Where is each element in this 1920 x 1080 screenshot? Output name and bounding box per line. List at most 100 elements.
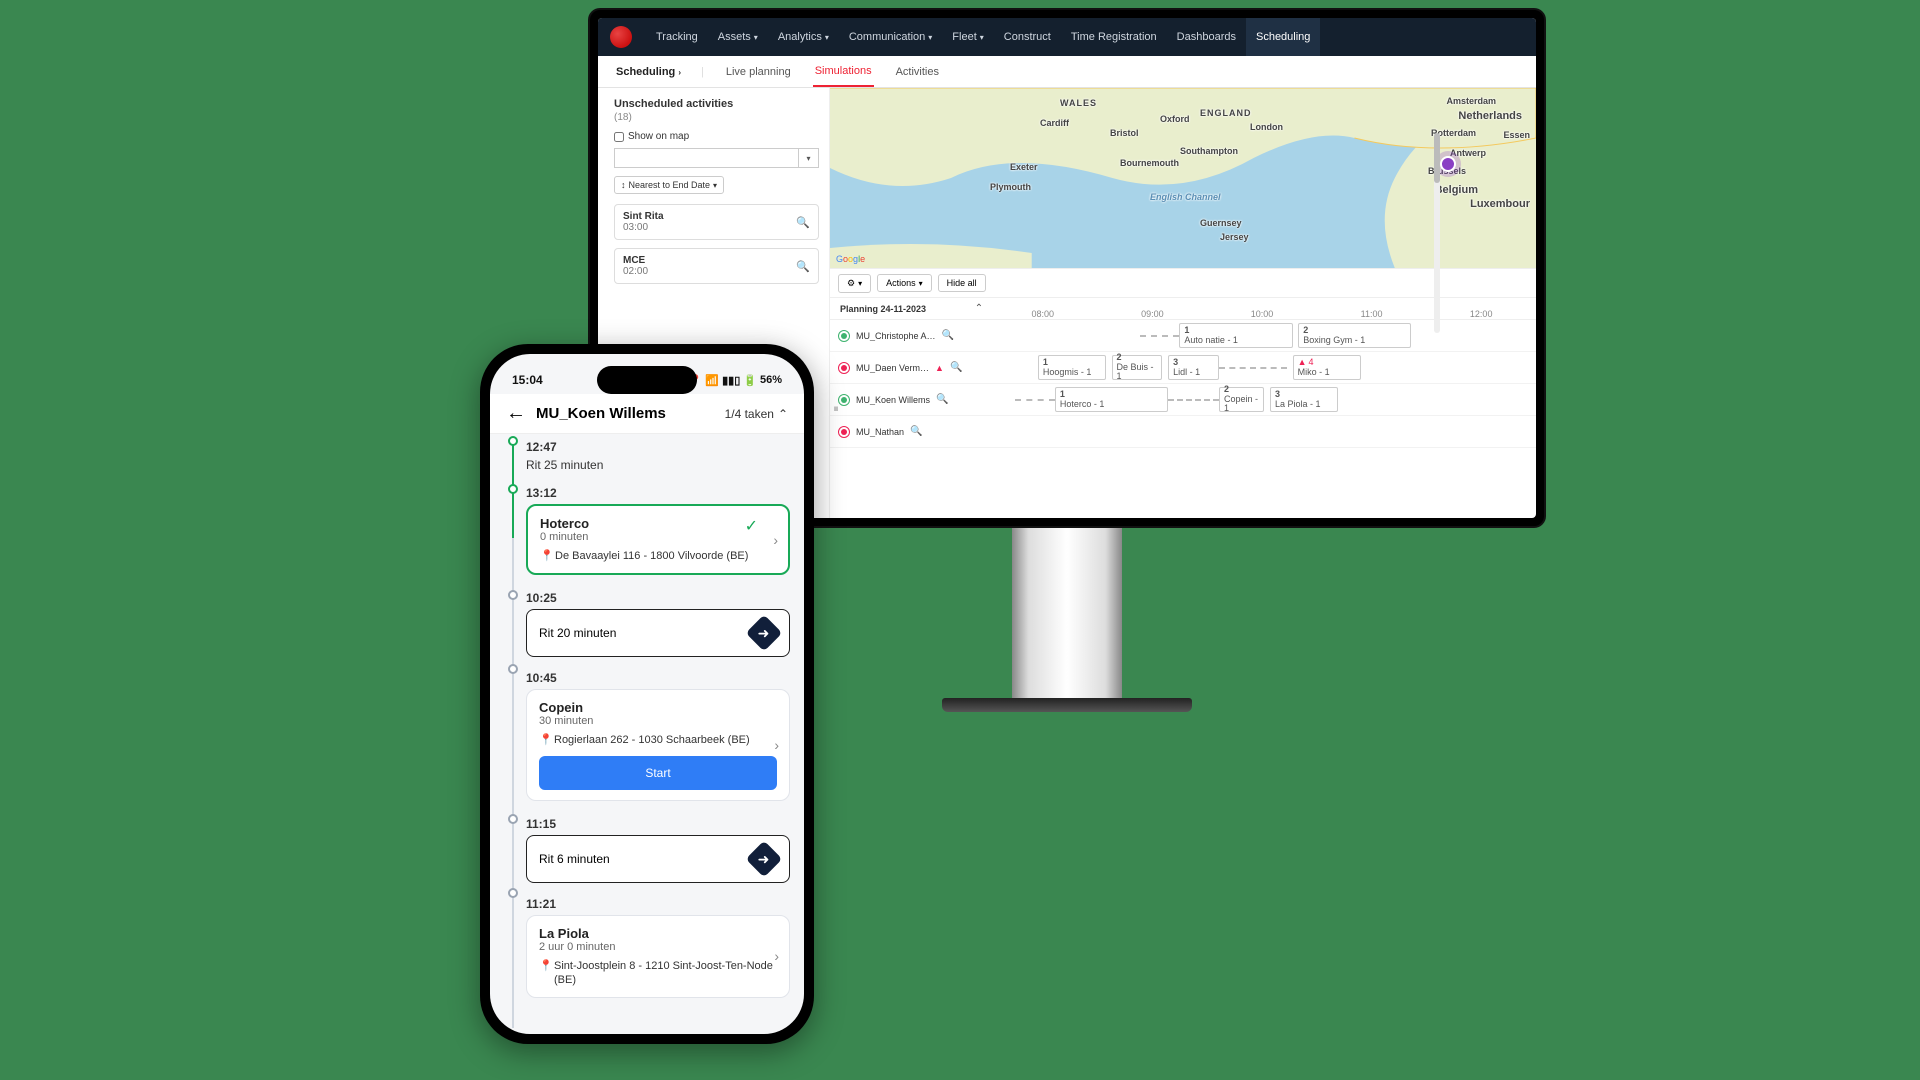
activity-card[interactable]: MCE02:00🔍 [614, 248, 819, 284]
brand-logo[interactable] [610, 26, 632, 48]
activity-search-input[interactable] [614, 148, 799, 168]
activity-title: MCE [623, 255, 648, 266]
monitor-stand [1012, 528, 1122, 698]
hour-label: 10:00 [1251, 309, 1274, 319]
tab-activities[interactable]: Activities [894, 56, 941, 87]
gantt-task[interactable]: 2Boxing Gym - 1 [1298, 323, 1411, 348]
timeline-dot [508, 484, 518, 494]
nav-communication[interactable]: Communication▾ [839, 18, 942, 56]
gantt-task[interactable]: 3Lidl - 1 [1168, 355, 1219, 380]
google-logo: Google [836, 254, 865, 264]
timeline-time: 12:47 [526, 440, 790, 454]
back-button[interactable]: ← [506, 402, 526, 425]
map-view[interactable]: Amsterdam Netherlands Rotterdam Antwerp … [830, 88, 1536, 268]
phone-timeline[interactable]: 12:47Rit 25 minuten13:12Hoterco0 minuten… [490, 434, 804, 1028]
top-nav: TrackingAssets▾Analytics▾Communication▾F… [598, 18, 1536, 56]
visibility-icon[interactable] [838, 330, 850, 342]
gantt-task[interactable]: 2De Buis - 1 [1112, 355, 1163, 380]
scrollbar[interactable] [1434, 133, 1440, 333]
nav-time-registration[interactable]: Time Registration [1061, 18, 1167, 56]
chevron-right-icon: › [774, 948, 779, 964]
search-filter-dropdown[interactable]: ▾ [799, 148, 819, 168]
collapse-icon[interactable]: ⌃ [970, 303, 988, 314]
timeline-note: Rit 25 minuten [526, 458, 790, 472]
gantt-chart: Planning 24-11-2023 ⌃ 08:0009:0010:0011:… [830, 298, 1536, 518]
visibility-icon[interactable] [838, 362, 850, 374]
breadcrumb: Scheduling › [616, 66, 681, 78]
nav-analytics[interactable]: Analytics▾ [768, 18, 839, 56]
search-icon[interactable]: 🔍 [910, 426, 922, 437]
timeline-time: 10:25 [526, 591, 790, 605]
search-icon[interactable]: 🔍 [942, 330, 954, 341]
gantt-task[interactable]: 1Auto natie - 1 [1179, 323, 1292, 348]
pause-icon[interactable]: ⏸ [830, 393, 842, 425]
tab-simulations[interactable]: Simulations [813, 56, 874, 87]
map-marker[interactable] [1440, 156, 1456, 172]
search-icon[interactable]: 🔍 [796, 216, 810, 229]
sort-button[interactable]: ↕ Nearest to End Date ▾ [614, 176, 724, 194]
ride-card[interactable]: Rit 20 minuten ➜ [526, 609, 790, 657]
map-label: WALES [1060, 98, 1097, 108]
nav-dashboards[interactable]: Dashboards [1167, 18, 1246, 56]
chevron-up-icon: ⌃ [778, 407, 788, 421]
start-button[interactable]: Start [539, 756, 777, 790]
chevron-right-icon: › [774, 737, 779, 753]
gear-icon: ⚙ [847, 278, 855, 289]
search-icon[interactable]: 🔍 [936, 394, 948, 405]
gantt-date-label: Planning 24-11-2023 [830, 304, 970, 314]
show-on-map-checkbox[interactable]: Show on map [614, 131, 819, 142]
settings-button[interactable]: ⚙▾ [838, 274, 871, 293]
battery-icon: 🔋 [743, 374, 757, 387]
sub-nav: Scheduling › | Live planningSimulationsA… [598, 56, 1536, 88]
gantt-task-warning[interactable]: ▲4Miko - 1 [1293, 355, 1361, 380]
nav-construct[interactable]: Construct [994, 18, 1061, 56]
check-icon: ✓ [745, 516, 758, 536]
search-row: ▾ [614, 148, 819, 168]
warning-icon: ▲ [935, 363, 944, 373]
nav-tracking[interactable]: Tracking [646, 18, 708, 56]
visibility-icon[interactable] [838, 426, 850, 438]
search-icon[interactable]: 🔍 [796, 260, 810, 273]
gantt-track[interactable]: 1Auto natie - 12Boxing Gym - 1 [970, 320, 1536, 351]
ride-card[interactable]: Rit 6 minuten ➜ [526, 835, 790, 883]
ride-label: Rit 6 minuten [539, 852, 610, 866]
stop-card[interactable]: La Piola2 uur 0 minuten📍Sint-Joostplein … [526, 915, 790, 999]
pin-icon: 📍 [539, 733, 549, 747]
stop-address: 📍Sint-Joostplein 8 - 1210 Sint-Joost-Ten… [539, 959, 777, 988]
hide-all-button[interactable]: Hide all [938, 274, 986, 292]
resource-name: MU_Koen Willems [856, 395, 930, 405]
travel-segment [1219, 367, 1287, 369]
checkbox-input[interactable] [614, 132, 624, 142]
navigate-icon[interactable]: ➜ [746, 840, 783, 877]
nav-scheduling[interactable]: Scheduling [1246, 18, 1320, 56]
timeline-dot [508, 888, 518, 898]
monitor-base [942, 698, 1192, 712]
ride-label: Rit 20 minuten [539, 626, 616, 640]
timeline-dot [508, 436, 518, 446]
nav-fleet[interactable]: Fleet▾ [942, 18, 993, 56]
gantt-task[interactable]: 1Hoogmis - 1 [1038, 355, 1106, 380]
navigate-icon[interactable]: ➜ [746, 615, 783, 652]
progress-indicator[interactable]: 1/4 taken ⌃ [725, 407, 788, 421]
gantt-task[interactable]: 3La Piola - 1 [1270, 387, 1338, 412]
activity-card[interactable]: Sint Rita03:00🔍 [614, 204, 819, 240]
search-icon[interactable]: 🔍 [950, 362, 962, 373]
stop-card[interactable]: Copein30 minuten📍Rogierlaan 262 - 1030 S… [526, 689, 790, 800]
tab-live-planning[interactable]: Live planning [724, 56, 793, 87]
stop-card[interactable]: Hoterco0 minuten📍De Bavaaylei 116 - 1800… [526, 504, 790, 575]
actions-button[interactable]: Actions▾ [877, 274, 932, 292]
nav-assets[interactable]: Assets▾ [708, 18, 768, 56]
gantt-track[interactable] [970, 416, 1536, 447]
map-label: Southampton [1180, 146, 1238, 156]
chevron-down-icon: ▾ [754, 33, 758, 42]
map-label: Belgium [1435, 184, 1478, 196]
stop-title: Copein [539, 700, 777, 715]
gantt-track[interactable]: 1Hoogmis - 12De Buis - 13Lidl - 1 ▲4Miko … [970, 352, 1536, 383]
gantt-task[interactable]: 1Hoterco - 1 [1055, 387, 1168, 412]
timeline-dot [508, 590, 518, 600]
gantt-track[interactable]: 1Hoterco - 1 2Copein - 13La Piola - 1 [970, 384, 1536, 415]
hour-label: 12:00 [1470, 309, 1493, 319]
gantt-task[interactable]: 2Copein - 1 [1219, 387, 1264, 412]
phone-screen: 15:04 📍 📶 ▮▮▯ 🔋 56% ← MU_Koen Willems 1/… [490, 354, 804, 1034]
gantt-toolbar: ⚙▾ Actions▾ Hide all [830, 268, 1536, 298]
